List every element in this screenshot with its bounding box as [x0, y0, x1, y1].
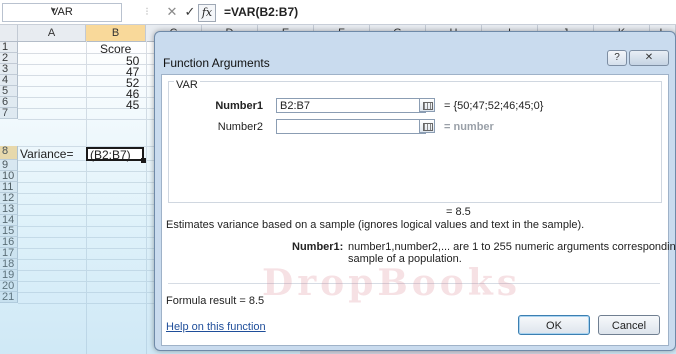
arg-label-number2: Number2: [217, 121, 263, 133]
function-description: Estimates variance based on a sample (ig…: [166, 219, 585, 231]
number2-result: = number: [444, 121, 494, 133]
formula-result: Formula result = 8.5: [166, 295, 265, 307]
arg-label-number1: Number1: [215, 100, 263, 112]
enter-icon[interactable]: ✓: [182, 3, 198, 21]
cell-a8[interactable]: Variance=: [20, 148, 73, 160]
close-icon[interactable]: ✕: [629, 50, 669, 66]
cell-b8: (B2:B7): [90, 148, 131, 162]
cancel-icon[interactable]: ✕: [164, 3, 180, 21]
separator-icon: ⁝: [145, 6, 149, 18]
column-header-b[interactable]: B: [86, 25, 146, 41]
gridline: [86, 41, 87, 354]
name-box[interactable]: VAR ▾: [2, 3, 122, 22]
help-link[interactable]: Help on this function: [166, 321, 266, 333]
arg-help-text: number1,number2,... are 1 to 255 numeric…: [348, 241, 676, 253]
evaluated-result: = 8.5: [446, 206, 471, 218]
function-arguments-dialog: Function Arguments ? ✕ VAR Number1 B2:B7…: [154, 31, 676, 351]
insert-function-icon[interactable]: fx: [198, 4, 216, 22]
column-header-a[interactable]: A: [18, 25, 86, 41]
gridline: [146, 41, 147, 354]
function-name: VAR: [174, 79, 200, 91]
collapse-dialog-icon[interactable]: [419, 98, 435, 112]
cell-b6[interactable]: 45: [126, 99, 139, 111]
number2-input[interactable]: [276, 119, 426, 134]
row-header[interactable]: 8: [0, 146, 18, 160]
divider: [168, 283, 660, 284]
help-icon[interactable]: ?: [607, 50, 627, 66]
number1-input[interactable]: B2:B7: [276, 98, 426, 113]
collapse-dialog-icon[interactable]: [419, 119, 435, 133]
arg-help-label: Number1:: [292, 241, 344, 253]
arg-help-text-cont: sample of a population.: [348, 253, 462, 265]
number1-result: = {50;47;52;46;45;0}: [444, 100, 544, 112]
dialog-body: VAR Number1 B2:B7 = {50;47;52;46;45;0} N…: [161, 74, 676, 346]
active-cell-b8[interactable]: (B2:B7): [86, 147, 146, 163]
select-all-corner[interactable]: [0, 25, 18, 41]
formula-bar: VAR ▾ ⁝ ✕ ✓ fx =VAR(B2:B7): [0, 0, 676, 25]
row-header[interactable]: 7: [0, 108, 18, 119]
ok-button[interactable]: OK: [518, 315, 590, 335]
chevron-down-icon[interactable]: ▾: [51, 5, 119, 16]
dialog-title: Function Arguments: [163, 56, 270, 70]
row-header[interactable]: 21: [0, 292, 18, 303]
formula-text[interactable]: =VAR(B2:B7): [224, 5, 298, 19]
fill-handle[interactable]: [141, 158, 146, 163]
cancel-button[interactable]: Cancel: [598, 315, 660, 335]
